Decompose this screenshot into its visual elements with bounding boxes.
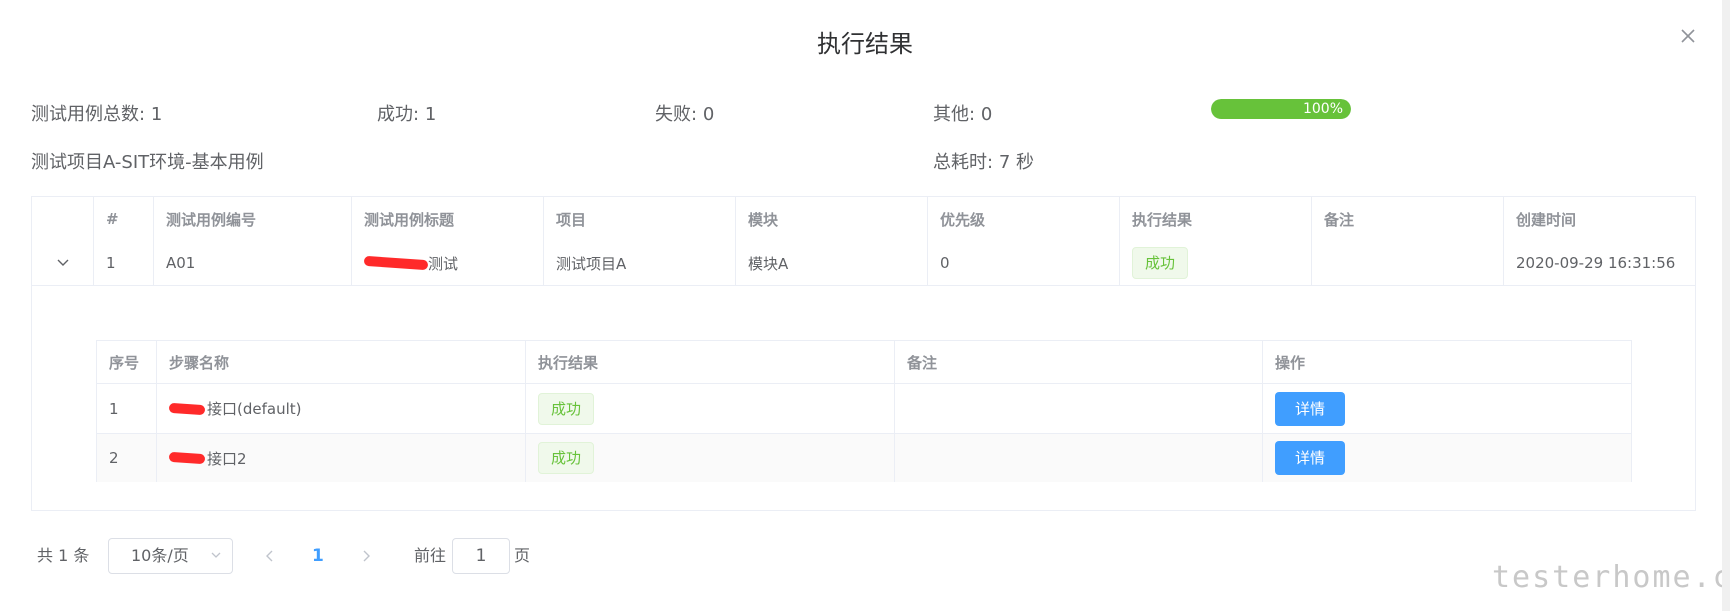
chevron-right-icon[interactable] (360, 538, 372, 574)
progress-bar: 100% (1211, 99, 1351, 119)
step-action-cell: 详情 (1263, 434, 1631, 482)
step-name-text: 接口2 (207, 449, 247, 468)
step-name: 接口(default) (157, 384, 526, 433)
chevron-left-icon[interactable] (264, 538, 276, 574)
column-header: 创建时间 (1516, 210, 1577, 229)
case-result-cell: 成功 (1120, 241, 1312, 285)
other-value: 0 (980, 104, 993, 125)
pagination: 共 1 条 10条/页 1 前往 页 (0, 538, 1730, 574)
column-header: 操作 (1275, 353, 1306, 372)
suite-name: 测试项目A-SIT环境-基本用例 (31, 152, 264, 173)
cases-table-header: # 测试用例编号 测试用例标题 项目 模块 优先级 执行结果 备注 创建时间 (32, 197, 1695, 241)
dialog-title: 执行结果 (817, 30, 913, 58)
table-row: 1 接口(default) 成功 详情 (97, 384, 1631, 434)
column-header: 优先级 (928, 197, 1120, 241)
watermark: testerhome.com (1492, 560, 1730, 595)
cases-table: # 测试用例编号 测试用例标题 项目 模块 优先级 执行结果 备注 创建时间 1… (31, 196, 1696, 511)
case-title: 测试 (352, 241, 544, 285)
column-header: # (94, 197, 154, 241)
step-result-cell: 成功 (526, 434, 895, 482)
details-button[interactable]: 详情 (1275, 441, 1345, 475)
total-cases-label: 测试用例总数: (31, 104, 146, 125)
close-icon[interactable] (1674, 22, 1702, 50)
case-created: 2020-09-29 16:31:56 (1516, 254, 1676, 272)
case-project: 测试项目A (544, 241, 736, 285)
step-name: 接口2 (157, 434, 526, 482)
other-stat: 其他: 0 (933, 100, 992, 126)
column-header: 执行结果 (526, 341, 895, 383)
step-remark (895, 384, 1263, 433)
table-row: 2 接口2 成功 详情 (97, 434, 1631, 482)
column-header: 序号 (97, 341, 157, 383)
steps-table: 序号 步骤名称 执行结果 备注 操作 1 接口(default) 成功 详情 2 (96, 340, 1632, 482)
case-module: 模块A (736, 241, 928, 285)
step-index: 1 (97, 384, 157, 433)
table-row[interactable]: 1 A01 测试 测试项目A 模块A 0 成功 2020-09-29 16:31… (32, 241, 1695, 286)
column-header: 步骤名称 (157, 341, 526, 383)
column-header: 备注 (1312, 197, 1504, 241)
column-header: 测试用例标题 (352, 197, 544, 241)
step-remark (895, 434, 1263, 482)
page-size-value: 10条/页 (131, 546, 189, 565)
chevron-down-icon (57, 259, 68, 266)
step-result-cell: 成功 (526, 384, 895, 433)
case-id: A01 (154, 241, 352, 285)
fail-label: 失败: (655, 104, 698, 125)
duration-label: 总耗时: (933, 152, 994, 173)
chevron-down-icon (211, 552, 221, 558)
redaction-mark (363, 255, 429, 271)
duration-value: 7 秒 (998, 152, 1034, 173)
fail-stat: 失败: 0 (655, 100, 714, 126)
duration-stat: 总耗时: 7 秒 (933, 148, 1034, 174)
case-index: 1 (94, 241, 154, 285)
total-cases-stat: 测试用例总数: 1 (31, 100, 162, 126)
success-label: 成功: (377, 104, 420, 125)
success-stat: 成功: 1 (377, 100, 436, 126)
case-priority: 0 (928, 241, 1120, 285)
other-label: 其他: (933, 104, 976, 125)
expand-toggle[interactable] (32, 241, 94, 285)
status-badge: 成功 (538, 392, 595, 425)
progress-text: 100% (1302, 101, 1343, 117)
redaction-mark (168, 451, 206, 465)
page-suffix: 页 (514, 546, 531, 565)
step-name-text: 接口(default) (207, 400, 302, 418)
goto-page-input[interactable] (452, 538, 510, 574)
step-action-cell: 详情 (1263, 384, 1631, 433)
status-badge: 成功 (1132, 247, 1189, 279)
scrollbar[interactable] (1722, 0, 1730, 611)
column-header: 备注 (895, 341, 1263, 383)
step-index: 2 (97, 434, 157, 482)
status-badge: 成功 (538, 442, 595, 474)
steps-table-header: 序号 步骤名称 执行结果 备注 操作 (97, 341, 1631, 384)
goto-label: 前往 (414, 546, 447, 565)
fail-value: 0 (702, 104, 715, 125)
redaction-mark (168, 402, 206, 415)
column-header: 测试用例编号 (154, 197, 352, 241)
page-size-select[interactable]: 10条/页 (108, 538, 233, 574)
expand-column-header (32, 197, 94, 241)
column-header: 项目 (544, 197, 736, 241)
total-cases-value: 1 (150, 104, 163, 125)
details-button[interactable]: 详情 (1275, 391, 1345, 426)
pagination-total: 共 1 条 (37, 546, 90, 565)
success-value: 1 (424, 104, 437, 125)
column-header: 执行结果 (1120, 197, 1312, 241)
page-number-current[interactable]: 1 (312, 538, 324, 574)
column-header: 模块 (736, 197, 928, 241)
case-remark (1312, 241, 1504, 285)
case-title-text: 测试 (428, 254, 459, 273)
